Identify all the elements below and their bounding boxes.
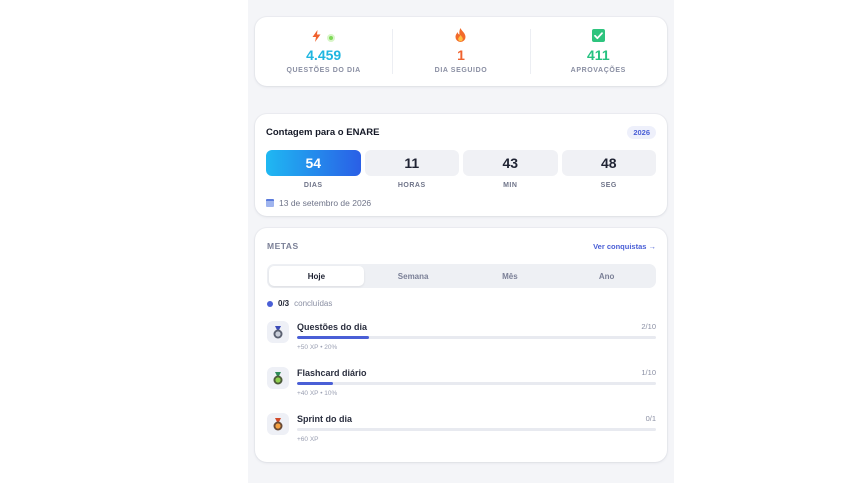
stat-value: 1 [457,46,465,63]
check-square-icon [591,28,605,47]
medal-orange-icon [267,413,289,435]
countdown-unit-label: HORAS [397,182,426,189]
goals-summary: 0/3 concluídas [267,299,656,308]
goal-count: 2/10 [641,322,656,331]
stats-card: 4.459 QUESTÕES DO DIA 1 DIA SEGUIDO 411 [255,17,667,86]
countdown-value: 48 [561,150,656,176]
calendar-icon [266,199,274,207]
countdown-unit-label: MIN [503,182,518,189]
countdown-value: 54 [266,150,361,176]
live-dot-icon [327,33,336,42]
goals-title: METAS [267,241,299,251]
bolt-icon [312,29,321,47]
countdown-seconds: 48 SEG [561,150,656,189]
exam-date-text: 13 de setembro de 2026 [279,198,372,208]
stat-value: 4.459 [306,46,342,63]
countdown-days: 54 DIAS [266,150,361,189]
goal-name: Questões do dia [297,321,368,332]
goal-progress-bar [297,336,656,339]
goals-card: METAS Ver conquistas → Hoje Semana Mês A… [255,228,667,462]
countdown-timer: 54 DIAS 11 HORAS 43 MIN 48 SEG [266,150,656,189]
goal-progress-fill [297,382,333,385]
countdown-value: 11 [364,150,459,176]
goal-meta: +40 XP • 10% [297,390,338,397]
tab-year[interactable]: Ano [559,266,654,286]
summary-count: 0/3 [278,299,290,308]
goal-item[interactable]: Sprint do dia 0/1 +60 XP [267,413,656,446]
stat-label: QUESTÕES DO DIA [286,66,361,74]
summary-dot-icon [267,300,273,307]
tab-week[interactable]: Semana [366,266,461,286]
countdown-unit-label: SEG [600,182,617,189]
tab-today[interactable]: Hoje [269,266,364,286]
goal-item[interactable]: Flashcard diário 1/10 +40 XP • 10% [267,367,656,400]
countdown-unit-label: DIAS [303,182,323,189]
fire-icon [455,28,466,47]
countdown-card: Contagem para o ENARE 2026 54 DIAS 11 HO… [255,114,667,216]
countdown-title: Contagem para o ENARE [266,126,380,138]
stat-value: 411 [587,46,610,63]
goal-count: 1/10 [641,368,656,377]
stat-streak: 1 DIA SEGUIDO [392,17,529,86]
exam-date: 13 de setembro de 2026 [266,198,656,208]
countdown-hours: 11 HORAS [364,150,459,189]
countdown-value: 43 [463,150,558,176]
medal-silver-icon [267,321,289,343]
goal-meta: +50 XP • 20% [297,344,338,351]
stat-approvals: 411 APROVAÇÕES [529,17,667,86]
goal-name: Sprint do dia [297,413,352,424]
tab-month[interactable]: Mês [463,266,558,286]
goal-meta: +60 XP [297,436,319,443]
goal-name: Flashcard diário [297,367,367,378]
medal-green-icon [267,367,289,389]
year-badge: 2026 [627,125,656,139]
goal-count: 0/1 [645,414,656,423]
countdown-minutes: 43 MIN [463,150,558,189]
view-achievements-link[interactable]: Ver conquistas → [593,242,656,251]
summary-text: concluídas [294,299,333,308]
stat-label: DIA SEGUIDO [434,66,488,74]
goal-progress-bar [297,382,656,385]
period-tabs: Hoje Semana Mês Ano [267,264,656,288]
goal-progress-bar [297,428,656,431]
goal-item[interactable]: Questões do dia 2/10 +50 XP • 20% [267,321,656,354]
stat-questions: 4.459 QUESTÕES DO DIA [255,17,392,86]
stat-label: APROVAÇÕES [570,66,626,74]
goal-progress-fill [297,336,369,339]
